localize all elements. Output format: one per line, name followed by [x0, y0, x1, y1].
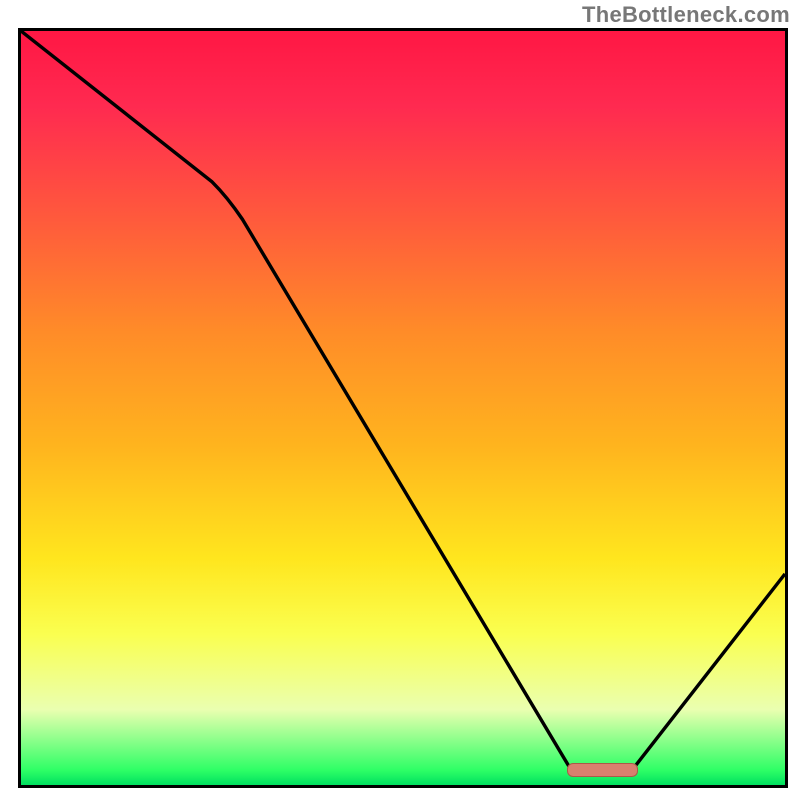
optimum-marker	[567, 763, 638, 777]
plot-area	[18, 28, 788, 788]
bottleneck-curve	[21, 31, 785, 770]
curve-svg	[21, 31, 785, 785]
chart-container: { "attribution": "TheBottleneck.com", "c…	[0, 0, 800, 800]
attribution-text: TheBottleneck.com	[582, 2, 790, 28]
